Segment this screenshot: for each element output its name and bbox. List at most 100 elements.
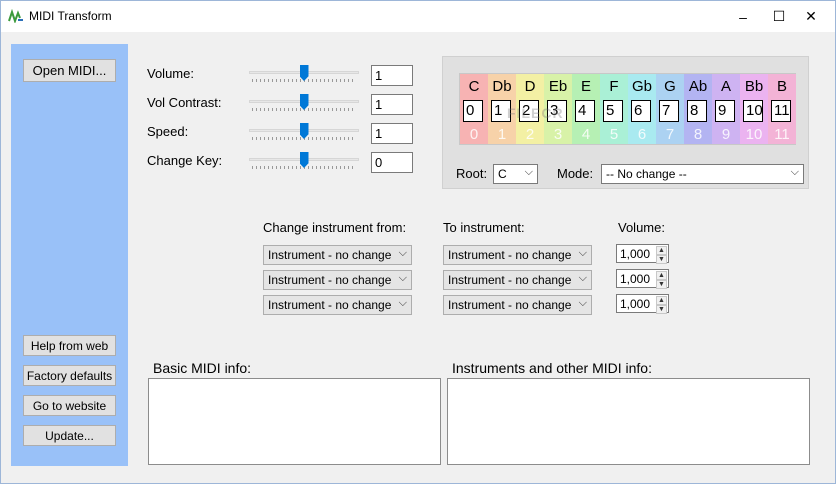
key-name: F	[609, 78, 619, 95]
select-value: Instrument - no change	[448, 273, 572, 287]
key-index: 10	[745, 126, 763, 143]
key-index: 11	[774, 126, 790, 143]
spin-down-icon[interactable]: ▼	[656, 280, 667, 289]
to-instrument-header: To instrument:	[443, 220, 525, 235]
vol-contrast-slider[interactable]	[249, 94, 361, 116]
app-window: MIDI Transform – ☐ ✕ Open MIDI... Help f…	[0, 0, 836, 484]
key-index: 5	[609, 126, 619, 143]
key-name: D	[524, 78, 536, 95]
key-index: 4	[581, 126, 591, 143]
select-value: Instrument - no change	[268, 248, 392, 262]
chevron-down-icon: ⌵	[790, 166, 799, 178]
app-logo-icon	[8, 9, 23, 23]
key-name: Gb	[631, 78, 652, 95]
vol-contrast-input[interactable]: 1	[371, 94, 413, 115]
from-instrument-select[interactable]: Instrument - no change ⌵	[263, 270, 412, 290]
key-column-c: C 0 0	[460, 74, 488, 144]
mode-select[interactable]: -- No change -- ⌵	[601, 164, 804, 184]
key-mapping-input[interactable]: 10	[743, 100, 763, 122]
basic-midi-info-label: Basic MIDI info:	[153, 360, 252, 376]
key-column-e: E 4 4	[572, 74, 600, 144]
update-button[interactable]: Update...	[23, 425, 116, 446]
volume-slider[interactable]	[249, 65, 361, 87]
select-value: Instrument - no change	[268, 273, 392, 287]
close-button[interactable]: ✕	[791, 1, 831, 32]
change-key-label: Change Key:	[147, 153, 223, 168]
go-to-website-button[interactable]: Go to website	[23, 395, 116, 416]
key-index: 3	[553, 126, 563, 143]
change-instrument-from-header: Change instrument from:	[263, 220, 407, 235]
key-mapping-input[interactable]: 8	[687, 100, 707, 122]
volume-input[interactable]: 1	[371, 65, 413, 86]
volume-header: Volume:	[618, 220, 665, 235]
mode-select-value: -- No change --	[606, 167, 687, 181]
spinner-value: 1,000	[620, 247, 651, 261]
key-name: B	[776, 78, 787, 95]
root-label: Root:	[456, 166, 488, 181]
title-bar: MIDI Transform – ☐ ✕	[1, 1, 835, 32]
key-mapping-input[interactable]: 0	[463, 100, 483, 122]
basic-midi-info-text[interactable]	[148, 378, 441, 465]
key-name: Ab	[688, 78, 708, 95]
other-midi-info-label: Instruments and other MIDI info:	[452, 360, 652, 376]
spinner-value: 1,000	[620, 297, 651, 311]
change-key-input[interactable]: 0	[371, 152, 413, 173]
speed-input[interactable]: 1	[371, 123, 413, 144]
minimize-button[interactable]: –	[723, 1, 763, 32]
key-column-gb: Gb 6 6	[628, 74, 656, 144]
key-name: Bb	[744, 78, 764, 95]
instrument-volume-spinner[interactable]: 1,000 ▲ ▼	[616, 294, 669, 314]
key-name: G	[664, 78, 676, 95]
key-index: 0	[469, 126, 479, 143]
key-mapping-input[interactable]: 7	[659, 100, 679, 122]
to-instrument-select[interactable]: Instrument - no change ⌵	[443, 295, 592, 315]
key-name: A	[720, 78, 731, 95]
speed-slider[interactable]	[249, 123, 361, 145]
spin-down-icon[interactable]: ▼	[656, 255, 667, 264]
factory-defaults-button[interactable]: Factory defaults	[23, 365, 116, 386]
chevron-down-icon: ⌵	[398, 297, 407, 309]
key-column-g: G 7 7	[656, 74, 684, 144]
open-midi-button[interactable]: Open MIDI...	[23, 59, 116, 82]
to-instrument-select[interactable]: Instrument - no change ⌵	[443, 270, 592, 290]
vol-contrast-label: Vol Contrast:	[147, 95, 222, 110]
root-select-value: C	[498, 167, 507, 181]
window-title: MIDI Transform	[29, 9, 112, 23]
watermark: FILECR	[507, 105, 564, 121]
chevron-down-icon: ⌵	[398, 247, 407, 259]
select-value: Instrument - no change	[448, 248, 572, 262]
select-value: Instrument - no change	[268, 298, 392, 312]
instrument-volume-spinner[interactable]: 1,000 ▲ ▼	[616, 244, 669, 264]
root-select[interactable]: C ⌵	[493, 164, 538, 184]
key-column-b: B 11 11	[768, 74, 796, 144]
key-name: C	[468, 78, 480, 95]
key-mapping-input[interactable]: 4	[575, 100, 595, 122]
key-name: E	[580, 78, 591, 95]
spin-up-icon[interactable]: ▲	[656, 271, 667, 280]
change-key-slider[interactable]	[249, 152, 361, 174]
help-from-web-button[interactable]: Help from web	[23, 335, 116, 356]
key-index: 9	[721, 126, 731, 143]
spin-up-icon[interactable]: ▲	[656, 246, 667, 255]
key-column-bb: Bb 10 10	[740, 74, 768, 144]
other-midi-info-text[interactable]	[447, 378, 810, 465]
key-mapping-input[interactable]: 11	[771, 100, 791, 122]
key-mapping-input[interactable]: 9	[715, 100, 735, 122]
key-index: 2	[525, 126, 535, 143]
key-column-a: A 9 9	[712, 74, 740, 144]
key-mapping-input[interactable]: 6	[631, 100, 651, 122]
volume-label: Volume:	[147, 66, 194, 81]
key-index: 1	[497, 126, 507, 143]
from-instrument-select[interactable]: Instrument - no change ⌵	[263, 295, 412, 315]
speed-label: Speed:	[147, 124, 189, 139]
from-instrument-select[interactable]: Instrument - no change ⌵	[263, 245, 412, 265]
spin-up-icon[interactable]: ▲	[656, 296, 667, 305]
spin-down-icon[interactable]: ▼	[656, 305, 667, 314]
key-column-f: F 5 5	[600, 74, 628, 144]
key-mapping-input[interactable]: 5	[603, 100, 623, 122]
select-value: Instrument - no change	[448, 298, 572, 312]
instrument-volume-spinner[interactable]: 1,000 ▲ ▼	[616, 269, 669, 289]
to-instrument-select[interactable]: Instrument - no change ⌵	[443, 245, 592, 265]
key-column-ab: Ab 8 8	[684, 74, 712, 144]
key-name: Db	[492, 78, 512, 95]
